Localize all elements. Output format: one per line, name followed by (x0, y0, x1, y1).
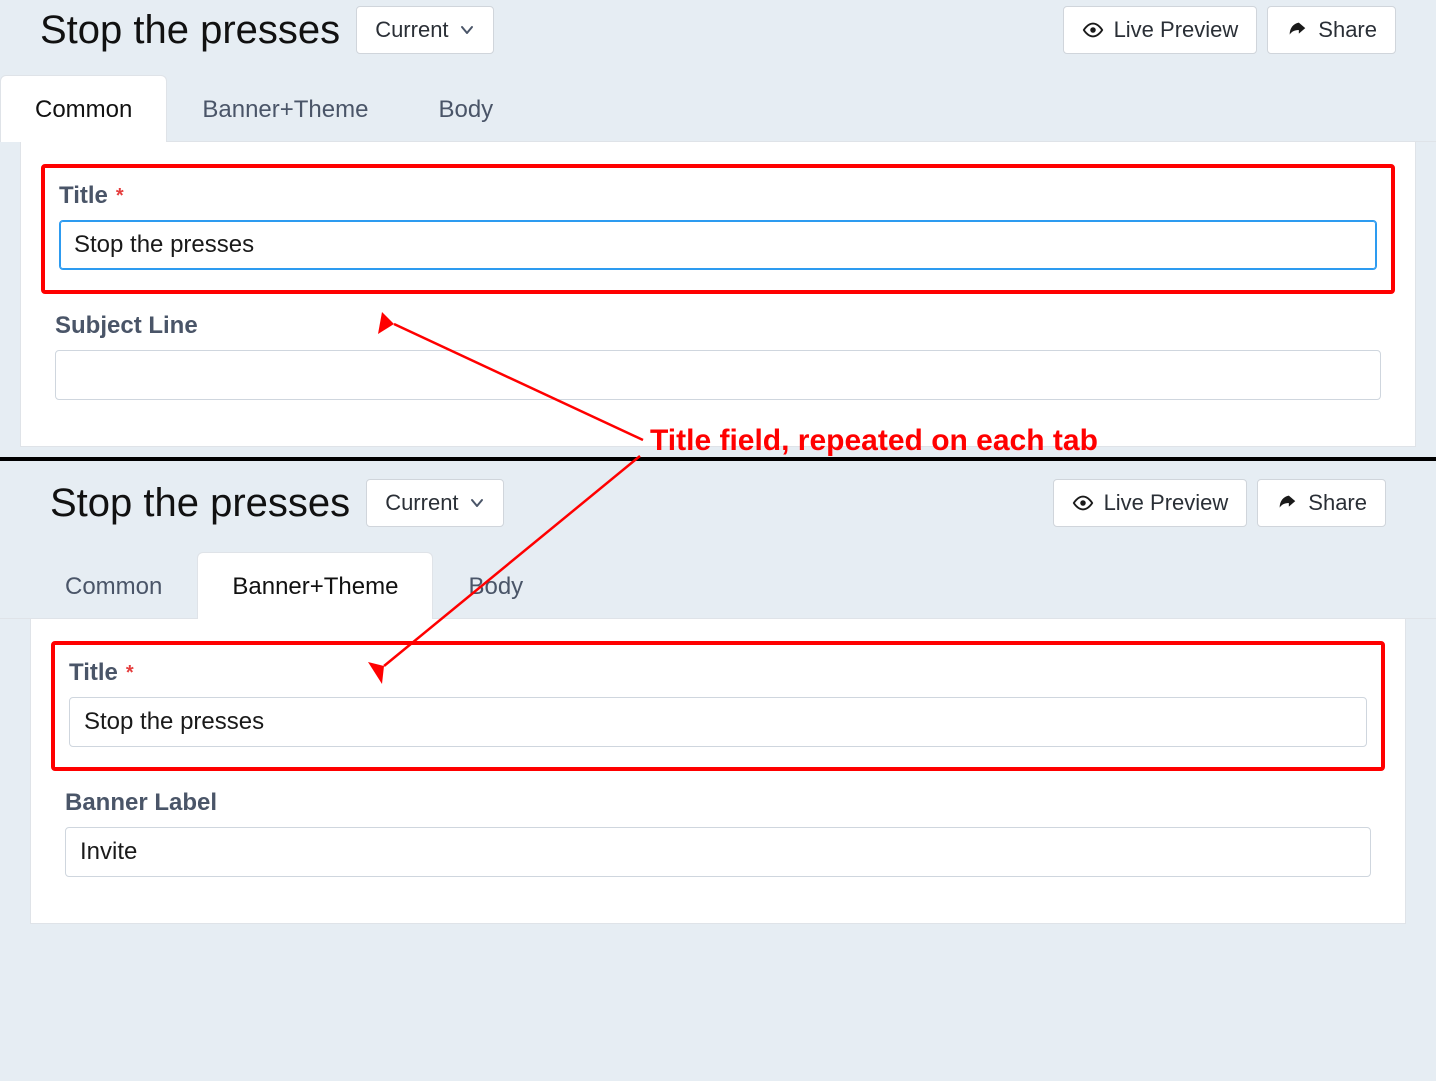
required-marker: * (126, 663, 134, 683)
version-label: Current (385, 490, 458, 516)
header-actions: Live Preview Share (1053, 479, 1386, 527)
form-common: Title * Subject Line (20, 142, 1416, 447)
title-label: Title * (69, 659, 1367, 687)
tab-common[interactable]: Common (30, 552, 197, 619)
annotation-highlight: Title * (51, 641, 1385, 771)
version-dropdown[interactable]: Current (356, 6, 493, 54)
tab-body[interactable]: Body (403, 75, 528, 142)
banner-label-input[interactable] (65, 827, 1371, 877)
live-preview-button[interactable]: Live Preview (1053, 479, 1248, 527)
share-button[interactable]: Share (1267, 6, 1396, 54)
subject-label: Subject Line (55, 312, 1381, 340)
tab-banner-theme[interactable]: Banner+Theme (167, 75, 403, 142)
title-field-group: Title * (59, 182, 1377, 270)
version-label: Current (375, 17, 448, 43)
live-preview-label: Live Preview (1114, 17, 1239, 43)
title-field-group: Title * (69, 659, 1367, 747)
annotation-highlight: Title * (41, 164, 1395, 294)
editor-panel-common: Stop the presses Current Live Preview Sh… (0, 0, 1436, 447)
live-preview-button[interactable]: Live Preview (1063, 6, 1258, 54)
share-button[interactable]: Share (1257, 479, 1386, 527)
share-arrow-icon (1286, 19, 1308, 41)
tab-common[interactable]: Common (0, 75, 167, 142)
version-dropdown[interactable]: Current (366, 479, 503, 527)
share-label: Share (1308, 490, 1367, 516)
banner-label-field-group: Banner Label (51, 789, 1385, 877)
live-preview-label: Live Preview (1104, 490, 1229, 516)
eye-icon (1072, 492, 1094, 514)
title-input[interactable] (59, 220, 1377, 270)
page-title: Stop the presses (50, 481, 350, 526)
title-label: Title * (59, 182, 1377, 210)
subject-input[interactable] (55, 350, 1381, 400)
header: Stop the presses Current Live Preview Sh… (0, 0, 1436, 54)
header: Stop the presses Current Live Preview Sh… (0, 461, 1436, 527)
subject-field-group: Subject Line (41, 312, 1395, 400)
share-label: Share (1318, 17, 1377, 43)
title-input[interactable] (69, 697, 1367, 747)
required-marker: * (116, 186, 124, 206)
tab-banner-theme[interactable]: Banner+Theme (197, 552, 433, 619)
header-actions: Live Preview Share (1063, 6, 1396, 54)
chevron-down-icon (469, 495, 485, 511)
form-banner: Title * Banner Label (30, 619, 1406, 924)
banner-label-label: Banner Label (65, 789, 1371, 817)
tabs: Common Banner+Theme Body (0, 551, 1436, 619)
editor-panel-banner: Stop the presses Current Live Preview Sh… (0, 457, 1436, 924)
chevron-down-icon (459, 22, 475, 38)
share-arrow-icon (1276, 492, 1298, 514)
page-title: Stop the presses (40, 8, 340, 53)
tab-body[interactable]: Body (433, 552, 558, 619)
tabs: Common Banner+Theme Body (0, 74, 1436, 142)
eye-icon (1082, 19, 1104, 41)
